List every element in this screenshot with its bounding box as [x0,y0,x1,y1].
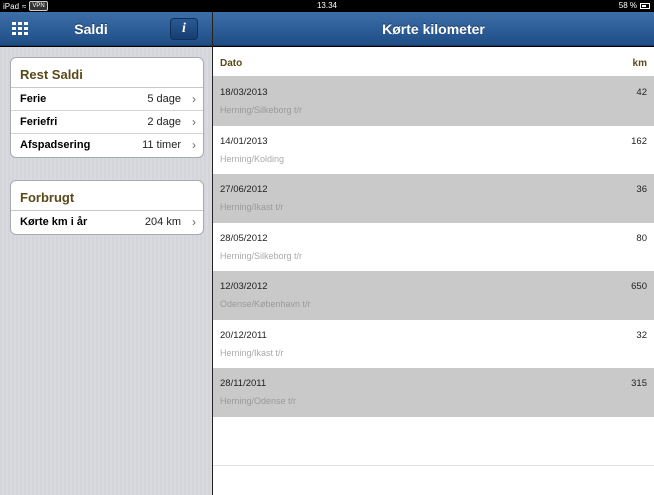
status-bar: iPad ≈ VPN 13.34 58 % [0,0,654,12]
trip-route: Herning/Ikast t/r [220,202,284,212]
trip-km: 80 [636,232,647,244]
saldo-row-korte-km[interactable]: Kørte km i år 204 km › [11,211,203,234]
trip-route: Odense/København t/r [220,299,311,309]
table-row[interactable]: 28/05/2012 Herning/Silkeborg t/r 80 [213,222,654,271]
trip-date: 20/12/2011 [220,329,267,341]
column-header-date: Dato [220,58,243,69]
main-title: Kørte kilometer [382,21,485,37]
forbrugt-group: Forbrugt Kørte km i år 204 km › [10,180,204,235]
row-label: Feriefri [20,116,58,128]
table-row[interactable]: 27/06/2012 Herning/Ikast t/r 36 [213,174,654,223]
row-value: 11 timer [142,139,181,151]
trip-route: Herning/Odense t/r [220,396,297,406]
status-time: 13.34 [316,1,338,10]
battery-icon [640,2,650,9]
trip-km: 32 [636,329,647,341]
saldo-row-ferie[interactable]: Ferie 5 dage › [11,88,203,111]
main-navbar: Kørte kilometer [213,12,654,46]
group-title: Rest Saldi [11,58,203,88]
table-row[interactable]: 18/03/2013 Herning/Silkeborg t/r 42 [213,77,654,126]
table-row[interactable]: 14/01/2013 Herning/Kolding 162 [213,125,654,174]
saldo-row-feriefri[interactable]: Feriefri 2 dage › [11,111,203,134]
trip-route: Herning/Silkeborg t/r [220,105,303,115]
row-value: 2 dage [147,116,181,128]
trips-table: Dato km 18/03/2013 Herning/Silkeborg t/r… [213,47,654,495]
chevron-right-icon: › [192,115,196,129]
row-label: Kørte km i år [20,216,88,228]
trip-date: 12/03/2012 [220,281,268,292]
trip-date: 27/06/2012 [220,184,268,195]
sidebar: Rest Saldi Ferie 5 dage › Feriefri 2 dag… [0,47,212,495]
table-row[interactable]: 20/12/2011 Herning/Ikast t/r 32 [213,319,654,368]
grid-menu-icon[interactable] [12,22,28,36]
row-label: Ferie [20,93,47,105]
sidebar-title: Saldi [74,21,108,37]
chevron-right-icon: › [192,92,196,106]
trip-km: 162 [631,135,647,147]
sidebar-navbar: Saldi i [0,12,212,46]
trip-km: 42 [636,87,647,98]
row-value: 204 km [144,216,181,228]
trip-km: 36 [636,184,647,195]
trip-route: Herning/Ikast t/r [220,347,284,358]
trip-date: 28/11/2011 [220,378,267,389]
empty-row [213,417,654,466]
trip-date: 14/01/2013 [220,135,268,147]
status-right: 58 % [619,1,650,10]
trip-route: Herning/Kolding [220,153,285,164]
info-button[interactable]: i [170,18,198,40]
table-row[interactable]: 28/11/2011 Herning/Odense t/r 315 [213,368,654,417]
trip-date: 18/03/2013 [220,87,268,98]
rest-saldi-group: Rest Saldi Ferie 5 dage › Feriefri 2 dag… [10,57,204,158]
saldo-row-afspadsering[interactable]: Afspadsering 11 timer › [11,134,203,157]
row-value: 5 dage [147,93,181,105]
trip-km: 315 [631,378,647,389]
table-header: Dato km [213,47,654,77]
table-row[interactable]: 12/03/2012 Odense/København t/r 650 [213,271,654,320]
battery-percent: 58 % [618,1,637,10]
chevron-right-icon: › [192,138,196,152]
group-title: Forbrugt [11,181,203,211]
row-label: Afspadsering [20,139,91,151]
chevron-right-icon: › [192,215,196,229]
trip-route: Herning/Silkeborg t/r [220,250,303,261]
column-header-km: km [632,58,647,69]
trip-date: 28/05/2012 [220,232,268,244]
trip-km: 650 [631,281,647,292]
